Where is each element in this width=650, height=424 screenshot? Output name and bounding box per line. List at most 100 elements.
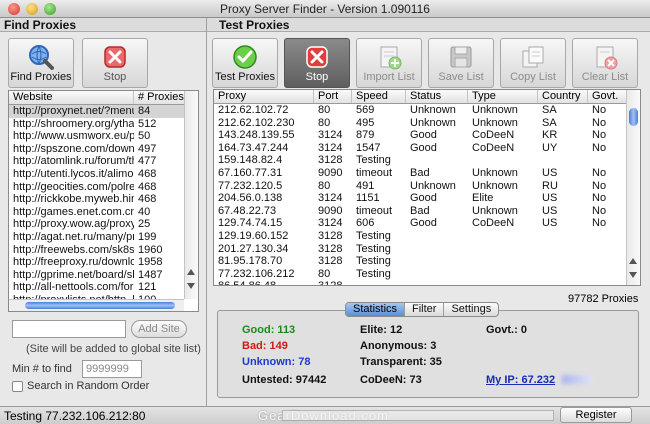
- column-header-speed[interactable]: Speed: [352, 90, 406, 103]
- find-proxies-button[interactable]: Find Proxies: [8, 38, 74, 88]
- proxy-row[interactable]: 67.48.22.73 9090 timeout Bad Unknown US No: [214, 205, 640, 218]
- min-to-find-input[interactable]: 9999999: [82, 360, 142, 378]
- proxy-country: SA: [542, 116, 557, 129]
- clear-icon: [596, 46, 618, 70]
- website-row[interactable]: http://agat.net.ru/many/proxy... 199: [9, 231, 198, 244]
- website-proxy-count: 50: [138, 130, 151, 143]
- website-row[interactable]: http://proxy.wow.ag/proxyby... 25: [9, 218, 198, 231]
- website-row[interactable]: http://proxynet.net/?menu=ano... 84: [9, 105, 198, 118]
- import-list-button[interactable]: Import List: [356, 38, 422, 88]
- proxy-port: 80: [318, 104, 331, 116]
- proxy-row[interactable]: 159.148.82.4 3128 Testing: [214, 154, 640, 167]
- websites-horizontal-scrollbar[interactable]: [9, 299, 184, 311]
- proxy-status: Good: [410, 129, 437, 142]
- register-button[interactable]: Register: [560, 407, 632, 423]
- column-header-status[interactable]: Status: [406, 90, 468, 103]
- proxy-type: Elite: [472, 192, 494, 205]
- proxy-govt: No: [592, 116, 607, 129]
- stat-codeen: CoDeeN: 73: [360, 374, 422, 386]
- my-ip-link[interactable]: My IP: 67.232: [486, 374, 555, 386]
- website-url: http://games.enet.com.cn/zh...: [13, 205, 134, 218]
- websites-table[interactable]: Website # Proxies http://proxynet.net/?m…: [8, 90, 199, 312]
- website-row[interactable]: http://spszone.com/downloa... 497: [9, 143, 198, 156]
- tab-settings[interactable]: Settings: [444, 303, 498, 316]
- proxy-speed: timeout: [356, 166, 393, 179]
- website-row[interactable]: http://atomlink.ru/forum/threa... 477: [9, 155, 198, 168]
- proxy-row[interactable]: 86.54.86.483128: [214, 280, 640, 285]
- proxy-row[interactable]: 164.73.47.244 3124 1547 Good CoDeeN UY No: [214, 142, 640, 155]
- zoom-window-button[interactable]: [44, 3, 56, 15]
- proxies-table[interactable]: Proxy Port Speed Status Type Country Govt. 212…: [213, 89, 641, 286]
- proxy-row[interactable]: 67.160.77.31 9090 timeout Bad Unknown US No: [214, 167, 640, 180]
- proxy-country: US: [542, 204, 558, 217]
- proxies-vertical-scrollbar[interactable]: [626, 90, 640, 285]
- column-header-website[interactable]: Website: [9, 91, 134, 104]
- website-row[interactable]: http://www.usmworx.eu/pro... 50: [9, 130, 198, 143]
- website-row[interactable]: http://all-nettools.com/forum/... 121: [9, 281, 198, 294]
- proxy-row[interactable]: 129.19.60.152 3128 Testing: [214, 230, 640, 243]
- website-url: http://utenti.lycos.it/alimoham...: [13, 167, 134, 180]
- tab-filter[interactable]: Filter: [405, 303, 445, 316]
- proxy-row[interactable]: 77.232.120.5 80 491 Unknown Unknown RU No: [214, 180, 640, 193]
- proxy-row[interactable]: 201.27.130.34 3128 Testing: [214, 243, 640, 256]
- clear-list-button[interactable]: Clear List: [572, 38, 638, 88]
- website-row[interactable]: http://games.enet.com.cn/zh... 40: [9, 206, 198, 219]
- copy-list-button[interactable]: Copy List: [500, 38, 566, 88]
- proxy-row[interactable]: 129.74.74.15 3124 606 Good CoDeeN US No: [214, 217, 640, 230]
- website-row[interactable]: http://freeproxy.ru/download/... 1958: [9, 256, 198, 269]
- random-order-checkbox[interactable]: [12, 381, 23, 392]
- tab-statistics[interactable]: Statistics: [346, 303, 406, 316]
- ip-redaction-blur: [562, 375, 592, 384]
- proxy-speed: 606: [356, 217, 375, 230]
- proxy-status: [406, 230, 468, 243]
- website-row[interactable]: http://gprime.net/board/show... 1487: [9, 269, 198, 282]
- proxy-govt: [588, 243, 628, 256]
- minimize-window-button[interactable]: [26, 3, 38, 15]
- stat-transparent: Transparent: 35: [360, 356, 442, 368]
- column-header-proxy[interactable]: Proxy: [214, 90, 314, 103]
- website-row[interactable]: http://utenti.lycos.it/alimoham... 468: [9, 168, 198, 181]
- proxy-row[interactable]: 81.95.178.70 3128 Testing: [214, 255, 640, 268]
- save-list-button[interactable]: Save List: [428, 38, 494, 88]
- add-site-input[interactable]: [12, 320, 126, 338]
- scroll-down-arrow[interactable]: [187, 283, 195, 289]
- import-list-label: Import List: [363, 71, 415, 83]
- website-proxy-count: 121: [138, 281, 157, 294]
- scroll-up-arrow[interactable]: [187, 269, 195, 275]
- column-header-type[interactable]: Type: [468, 90, 538, 103]
- find-stop-button[interactable]: Stop: [82, 38, 148, 88]
- proxy-status: [406, 280, 468, 285]
- stop-button[interactable]: Stop: [284, 38, 350, 88]
- save-icon: [450, 46, 472, 68]
- column-header-country[interactable]: Country: [538, 90, 588, 103]
- proxy-speed: Testing: [356, 242, 391, 255]
- add-site-button[interactable]: Add Site: [131, 320, 187, 338]
- column-header-port[interactable]: Port: [314, 90, 352, 103]
- website-url: http://proxy.wow.ag/proxyby...: [13, 218, 134, 231]
- proxies-scroll-up-arrow[interactable]: [629, 258, 637, 264]
- website-row[interactable]: http://geocities.com/polrescl... 468: [9, 181, 198, 194]
- website-row[interactable]: http://shroomery.org/ythan/pr... 512: [9, 118, 198, 131]
- proxy-govt: [588, 154, 628, 167]
- proxy-row[interactable]: 77.232.106.212 80 Testing: [214, 268, 640, 281]
- proxy-row[interactable]: 204.56.0.138 3124 1151 Good Elite US No: [214, 192, 640, 205]
- proxy-row[interactable]: 212.62.102.72 80 569 Unknown Unknown SA No: [214, 104, 640, 117]
- website-row[interactable]: http://freewebs.com/sk8sea... 1960: [9, 244, 198, 257]
- proxy-govt: [588, 280, 628, 285]
- column-header-proxies[interactable]: # Proxies: [134, 91, 186, 104]
- proxies-scroll-down-arrow[interactable]: [629, 272, 637, 278]
- panel-divider[interactable]: [206, 18, 207, 406]
- bottom-tabs: Statistics Filter Settings: [345, 302, 500, 317]
- website-row[interactable]: http://rickkobe.myweb.hinet.... 468: [9, 193, 198, 206]
- close-window-button[interactable]: [8, 3, 20, 15]
- website-proxy-count: 1960: [138, 243, 163, 256]
- proxy-row[interactable]: 143.248.139.55 3124 879 Good CoDeeN KR No: [214, 129, 640, 142]
- column-header-govt[interactable]: Govt.: [588, 90, 628, 103]
- website-url: http://geocities.com/polrescl...: [13, 180, 134, 193]
- test-proxies-button[interactable]: Test Proxies: [212, 38, 278, 88]
- horizontal-scroll-thumb[interactable]: [25, 302, 175, 309]
- proxies-scroll-thumb[interactable]: [629, 108, 638, 126]
- websites-vertical-scrollbar[interactable]: [184, 91, 198, 299]
- progress-bar: [282, 410, 554, 421]
- proxy-row[interactable]: 212.62.102.230 80 495 Unknown Unknown SA No: [214, 117, 640, 130]
